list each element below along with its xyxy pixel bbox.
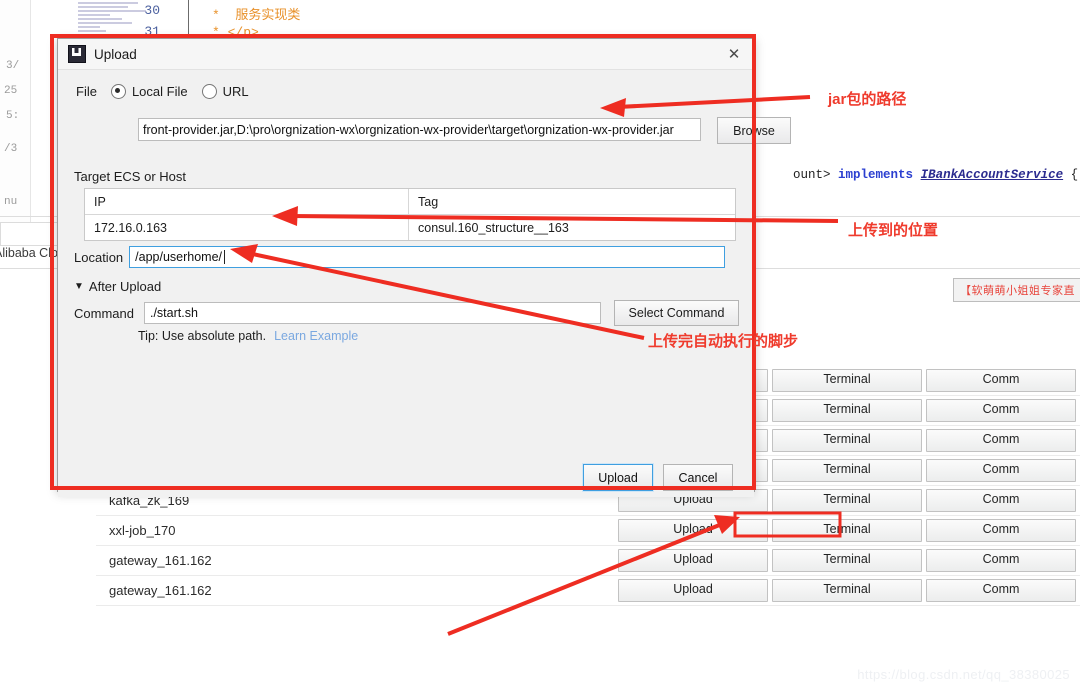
row-command-button[interactable]: Comm bbox=[926, 369, 1076, 392]
radio-local-file[interactable] bbox=[110, 83, 126, 99]
gutter-label: 5: bbox=[6, 110, 20, 122]
learn-example-link[interactable]: Learn Example bbox=[274, 329, 358, 343]
code-line-implements: ount> implements IBankAccountService { bbox=[748, 154, 1078, 196]
file-path-input[interactable]: front-provider.jar,D:\pro\orgnization-wx… bbox=[138, 118, 701, 141]
table-row[interactable]: xxl-job_170 Upload Terminal Comm bbox=[96, 516, 1080, 546]
target-host-grid: IP Tag 172.16.0.163 consul.160_structure… bbox=[84, 188, 736, 241]
sidebar-item-alibaba-cloud[interactable]: Alibaba Clo bbox=[0, 246, 58, 260]
select-command-button[interactable]: Select Command bbox=[613, 300, 739, 326]
row-command-button[interactable]: Comm bbox=[926, 489, 1076, 512]
gutter-label: /3 bbox=[4, 143, 18, 155]
host-name: gateway_161.162 bbox=[109, 553, 212, 568]
after-upload-section-toggle[interactable]: ▼ After Upload bbox=[74, 279, 161, 294]
row-terminal-button[interactable]: Terminal bbox=[772, 489, 922, 512]
text-caret bbox=[224, 250, 226, 264]
row-command-button[interactable]: Comm bbox=[926, 549, 1076, 572]
column-header-ip[interactable]: IP bbox=[85, 189, 409, 214]
location-input-value: /app/userhome/ bbox=[135, 250, 223, 264]
watermark: https://blog.csdn.net/qq_38380025 bbox=[857, 667, 1070, 682]
row-command-button[interactable]: Comm bbox=[926, 399, 1076, 422]
row-terminal-button[interactable]: Terminal bbox=[772, 459, 922, 482]
gutter-label: 25 bbox=[4, 85, 18, 97]
table-row[interactable]: gateway_161.162 Upload Terminal Comm bbox=[96, 576, 1080, 606]
row-terminal-button[interactable]: Terminal bbox=[772, 399, 922, 422]
dialog-title-bar: Upload ✕ bbox=[58, 39, 754, 70]
location-label: Location bbox=[74, 249, 124, 265]
table-row[interactable]: 172.16.0.163 consul.160_structure__163 bbox=[85, 215, 735, 240]
tip-text: Tip: Use absolute path. bbox=[138, 329, 267, 343]
location-input[interactable]: /app/userhome/ bbox=[129, 246, 726, 268]
radio-local-file-label[interactable]: Local File bbox=[132, 84, 188, 99]
location-row: Location /app/userhome/ bbox=[74, 246, 726, 268]
row-upload-button[interactable]: Upload bbox=[618, 549, 768, 572]
cancel-button[interactable]: Cancel bbox=[663, 464, 733, 491]
row-command-button[interactable]: Comm bbox=[926, 459, 1076, 482]
code-token-prefix: ount> bbox=[793, 168, 831, 182]
file-source-row: File Local File URL bbox=[76, 76, 736, 106]
host-name: gateway_161.162 bbox=[109, 583, 212, 598]
dialog-title: Upload bbox=[94, 46, 137, 62]
row-terminal-button[interactable]: Terminal bbox=[772, 519, 922, 542]
chevron-down-icon: ▼ bbox=[74, 281, 84, 292]
cell-tag: consul.160_structure__163 bbox=[418, 220, 569, 235]
row-upload-button[interactable]: Upload bbox=[618, 579, 768, 602]
close-icon[interactable]: ✕ bbox=[714, 39, 754, 69]
gutter-label: 3/ bbox=[6, 60, 20, 72]
code-token-keyword: implements bbox=[838, 168, 914, 182]
sidebar-panel-box bbox=[0, 222, 58, 246]
browse-button[interactable]: Browse bbox=[717, 117, 791, 144]
file-label: File bbox=[76, 83, 97, 99]
row-command-button[interactable]: Comm bbox=[926, 519, 1076, 542]
code-comment: * 服务实现类 bbox=[212, 8, 301, 23]
code-line-numbers: 30 31 bbox=[120, 0, 160, 42]
grid-header-row: IP Tag bbox=[85, 189, 735, 215]
radio-url[interactable] bbox=[201, 83, 217, 99]
row-terminal-button[interactable]: Terminal bbox=[772, 549, 922, 572]
row-upload-button[interactable]: Upload bbox=[618, 519, 768, 542]
dialog-footer: Upload Cancel bbox=[58, 463, 754, 492]
gutter-label: nu bbox=[4, 196, 18, 208]
command-tip: Tip: Use absolute path. Learn Example bbox=[138, 329, 358, 343]
code-token-type: IBankAccountService bbox=[920, 168, 1064, 182]
row-terminal-button[interactable]: Terminal bbox=[772, 369, 922, 392]
promo-badge: 【软萌萌小姐姐专家直 bbox=[953, 278, 1080, 302]
column-header-tag[interactable]: Tag bbox=[409, 189, 735, 214]
screen: 3/ 25 5: /3 nu 30 31 * 服务实现类 * </p> ount… bbox=[0, 0, 1080, 690]
row-terminal-button[interactable]: Terminal bbox=[772, 429, 922, 452]
code-token-suffix: { bbox=[1070, 168, 1079, 182]
command-row: Command ./start.sh Select Command bbox=[74, 300, 739, 326]
table-row[interactable]: gateway_161.162 Upload Terminal Comm bbox=[96, 546, 1080, 576]
row-command-button[interactable]: Comm bbox=[926, 579, 1076, 602]
upload-button[interactable]: Upload bbox=[582, 463, 654, 492]
line-number: 30 bbox=[144, 3, 160, 18]
after-upload-label: After Upload bbox=[88, 279, 162, 294]
command-input[interactable]: ./start.sh bbox=[143, 302, 601, 324]
upload-dialog: Upload ✕ File Local File URL front-provi… bbox=[57, 38, 791, 497]
target-section-label: Target ECS or Host bbox=[74, 169, 186, 184]
cell-ip: 172.16.0.163 bbox=[85, 215, 409, 240]
row-terminal-button[interactable]: Terminal bbox=[772, 579, 922, 602]
app-icon bbox=[68, 45, 86, 63]
radio-url-label[interactable]: URL bbox=[223, 84, 249, 99]
command-label: Command bbox=[74, 305, 134, 321]
host-name: xxl-job_170 bbox=[109, 523, 176, 538]
row-command-button[interactable]: Comm bbox=[926, 429, 1076, 452]
dialog-body: File Local File URL front-provider.jar,D… bbox=[58, 76, 791, 497]
